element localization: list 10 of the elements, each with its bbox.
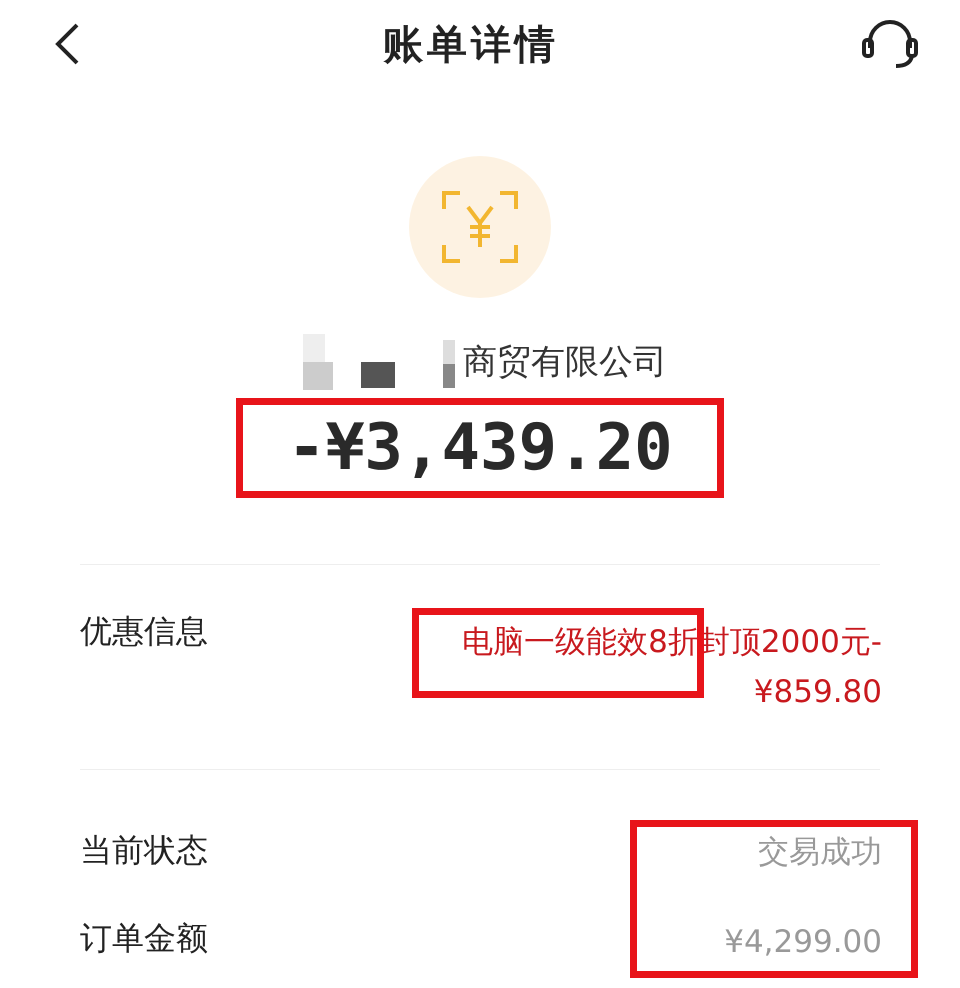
- detail-value: 交易成功: [758, 833, 882, 872]
- detail-label: 优惠信息: [80, 611, 208, 652]
- detail-label: 当前状态: [80, 830, 208, 871]
- detail-value: ¥4,299.00: [724, 923, 882, 962]
- headset-icon[interactable]: [860, 18, 920, 70]
- scan-yuan-icon: [440, 189, 520, 265]
- merchant-name: 商贸有限公司: [463, 341, 667, 384]
- page-title: 账单详情: [383, 20, 559, 70]
- detail-label: 订单金额: [80, 918, 208, 959]
- bill-amount: -¥3,439.20: [287, 411, 673, 485]
